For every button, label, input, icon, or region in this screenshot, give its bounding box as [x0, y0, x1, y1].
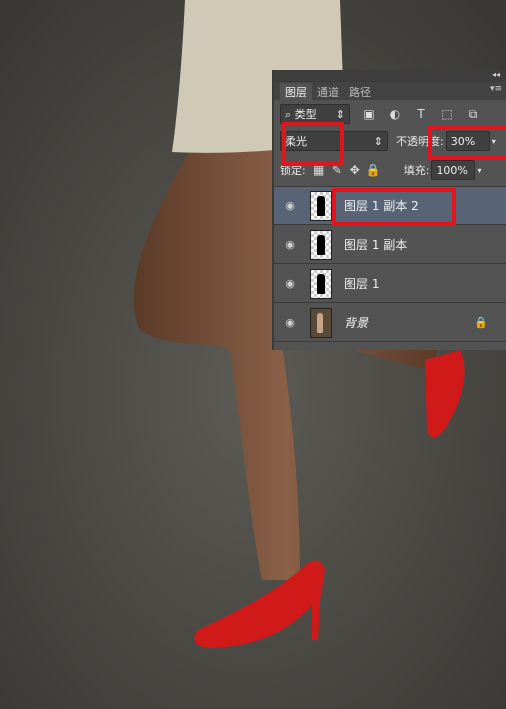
panel-menu-icon[interactable]: ▾≡: [490, 84, 502, 94]
tab-layers[interactable]: 图层: [280, 83, 312, 100]
smart-object-filter-icon[interactable]: ⧉: [466, 107, 480, 121]
double-chevron-left-icon[interactable]: ◂◂: [492, 70, 500, 79]
search-icon: ⌕: [285, 108, 295, 121]
layers-list: ◉ 图层 1 副本 2 ◉ 图层 1 副本 ◉ 图层 1 ◉ 背景 🔒: [274, 186, 506, 342]
fill-input[interactable]: 100%: [431, 160, 476, 180]
highlight-layer-name: [332, 188, 456, 226]
lock-all-icon[interactable]: 🔒: [366, 163, 381, 177]
adjustment-filter-icon[interactable]: ◐: [388, 107, 402, 121]
layers-panel: ◂◂ 图层 通道 路径 ▾≡ ⌕ 类型 ⇕ ▣ ◐ T ⬚ ⧉ 柔光 ⇕ 不透明度:…: [272, 70, 506, 350]
filter-row: ⌕ 类型 ⇕ ▣ ◐ T ⬚ ⧉: [280, 104, 506, 124]
highlight-blend-mode: [282, 122, 344, 166]
type-filter-icon[interactable]: T: [414, 107, 428, 121]
lock-move-icon[interactable]: ✥: [348, 163, 362, 177]
fill-label: 填充:: [403, 164, 430, 177]
tab-channels[interactable]: 通道: [312, 83, 344, 100]
eye-icon[interactable]: ◉: [274, 277, 306, 290]
panel-topbar: ◂◂: [274, 70, 506, 82]
tab-paths[interactable]: 路径: [344, 83, 376, 100]
filter-kind-select[interactable]: ⌕ 类型 ⇕: [280, 104, 350, 124]
layer-thumbnail: [310, 268, 332, 299]
layer-row[interactable]: ◉ 图层 1 副本: [274, 226, 506, 264]
fill-dropdown-icon[interactable]: ▾: [477, 166, 481, 175]
layer-thumbnail: [310, 307, 332, 338]
layer-name: 背景: [344, 316, 369, 330]
eye-icon[interactable]: ◉: [274, 199, 306, 212]
layer-name: 图层 1: [344, 277, 380, 291]
layer-row[interactable]: ◉ 图层 1: [274, 265, 506, 303]
panel-tabs: 图层 通道 路径 ▾≡: [274, 82, 506, 100]
layer-row[interactable]: ◉ 背景 🔒: [274, 304, 506, 342]
updown-icon: ⇕: [373, 134, 383, 148]
updown-icon: ⇕: [335, 107, 345, 121]
shape-filter-icon[interactable]: ⬚: [440, 107, 454, 121]
image-filter-icon[interactable]: ▣: [362, 107, 376, 121]
highlight-opacity: [428, 126, 506, 160]
layer-thumbnail: [310, 229, 332, 260]
lock-icon: 🔒: [474, 316, 488, 329]
eye-icon[interactable]: ◉: [274, 316, 306, 329]
layer-thumbnail: [310, 190, 332, 221]
eye-icon[interactable]: ◉: [274, 238, 306, 251]
layer-name: 图层 1 副本: [344, 238, 408, 252]
filter-kind-label: 类型: [294, 108, 317, 121]
